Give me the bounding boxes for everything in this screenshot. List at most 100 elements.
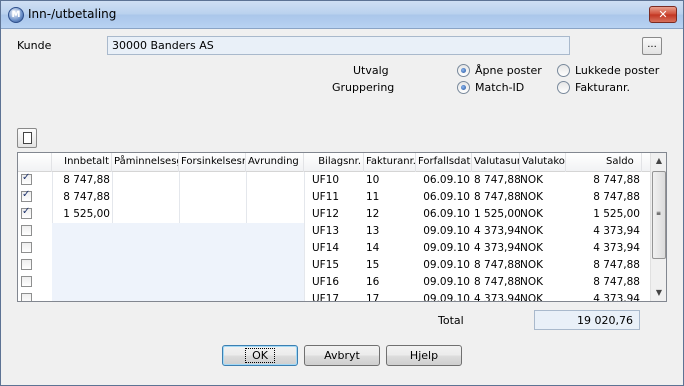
dialog-window: M Inn-/utbetaling ✕ Kunde 30000 Banders … — [0, 0, 684, 386]
cell-bilagsnr: UF16 — [312, 276, 340, 288]
hjelp-button[interactable]: Hjelp — [386, 345, 462, 366]
header-avrunding-col[interactable]: Avrunding — [246, 153, 304, 172]
row-checkbox[interactable] — [21, 225, 32, 236]
header-paminnelsesgebyr-col[interactable]: Påminnelsesgebyr — [112, 153, 179, 172]
row-checkbox[interactable] — [21, 206, 32, 219]
row-checkbox[interactable] — [21, 172, 32, 185]
cell-saldo: 8 747,88 — [593, 174, 640, 186]
cell-valutasum: 8 747,88 — [474, 174, 520, 186]
utvalg-label: Utvalg — [353, 64, 389, 77]
table-row[interactable]: UF15 15 09.09.10 8 747,88 NOK 8 747,88 — [18, 257, 650, 274]
header-forsinkelsesrente-col[interactable]: Forsinkelsesrente — [179, 153, 246, 172]
table-row[interactable]: UF14 14 09.09.10 4 373,94 NOK 4 373,94 — [18, 240, 650, 257]
grip-icon: ≡ — [656, 210, 662, 217]
vertical-scrollbar[interactable]: ▲ ≡ ▼ — [650, 153, 666, 301]
cell-forfall: 06.09.10 — [423, 174, 470, 186]
header-forfallsdato-col[interactable]: Forfallsdato — [416, 153, 472, 172]
header-valutakode-col[interactable]: Valutakode — [520, 153, 566, 172]
header-innbetalt-col[interactable]: Innbetalt — [52, 153, 112, 172]
gruppering-label: Gruppering — [332, 81, 395, 94]
cell-forfall: 09.09.10 — [423, 242, 470, 254]
header-checkbox-col[interactable] — [18, 153, 52, 172]
cell-valutakode: NOK — [520, 208, 544, 220]
scroll-down-icon[interactable]: ▼ — [651, 285, 666, 301]
cell-valutasum: 4 373,94 — [474, 242, 520, 254]
total-field: 19 020,76 — [534, 310, 640, 330]
cell-fakturanr: 15 — [366, 259, 380, 271]
cell-saldo: 4 373,94 — [593, 293, 640, 301]
cell-valutakode: NOK — [520, 242, 544, 254]
table-row[interactable]: UF17 17 09.09.10 4 373,94 NOK 4 373,94 — [18, 291, 650, 301]
radio-indicator — [557, 81, 570, 94]
cell-valutasum: 4 373,94 — [474, 225, 520, 237]
cell-valutakode: NOK — [520, 293, 544, 301]
ok-button[interactable]: OK — [222, 345, 298, 366]
kunde-field[interactable]: 30000 Banders AS — [107, 36, 570, 55]
radio-label: Fakturanr. — [575, 81, 630, 94]
cell-forfall: 06.09.10 — [423, 191, 470, 203]
cell-forfall: 09.09.10 — [423, 276, 470, 288]
new-document-button[interactable] — [17, 128, 37, 148]
cell-forfall: 09.09.10 — [423, 293, 470, 301]
table-row[interactable]: UF13 13 09.09.10 4 373,94 NOK 4 373,94 — [18, 223, 650, 240]
header-saldo-col[interactable]: Saldo — [566, 153, 642, 172]
kunde-label: Kunde — [17, 39, 52, 52]
browse-kunde-button[interactable]: ... — [642, 37, 662, 55]
scroll-thumb[interactable]: ≡ — [652, 171, 666, 259]
cell-innbetalt[interactable] — [52, 274, 112, 291]
row-checkbox[interactable] — [21, 189, 32, 202]
radio-match-id[interactable]: Match-ID — [457, 81, 524, 94]
row-checkbox[interactable] — [21, 242, 32, 253]
row-checkbox[interactable] — [21, 293, 32, 301]
cell-saldo: 8 747,88 — [593, 276, 640, 288]
window-title: Inn-/utbetaling — [28, 7, 117, 21]
cell-bilagsnr: UF13 — [312, 225, 340, 237]
cell-fakturanr: 10 — [366, 174, 380, 186]
cell-fakturanr: 16 — [366, 276, 380, 288]
cell-forfall: 09.09.10 — [423, 259, 470, 271]
cell-innbetalt[interactable]: 8 747,88 — [52, 172, 112, 189]
cell-fakturanr: 17 — [366, 293, 380, 301]
cell-innbetalt[interactable]: 8 747,88 — [52, 189, 112, 206]
cell-valutakode: NOK — [520, 259, 544, 271]
row-checkbox[interactable] — [21, 259, 32, 270]
radio-fakturanr[interactable]: Fakturanr. — [557, 81, 630, 94]
cell-innbetalt[interactable] — [52, 257, 112, 274]
table-header: InnbetaltPåminnelsesgebyrForsinkelsesren… — [18, 153, 650, 172]
cell-fakturanr: 14 — [366, 242, 380, 254]
new-document-icon — [23, 132, 32, 144]
cell-saldo: 8 747,88 — [593, 259, 640, 271]
header-bilagsnr-col[interactable]: Bilagsnr. — [304, 153, 364, 172]
header-fakturanr-col[interactable]: Fakturanr. — [364, 153, 416, 172]
radio-apne-poster[interactable]: Åpne poster — [457, 64, 542, 77]
close-button[interactable]: ✕ — [649, 6, 677, 23]
avbryt-button[interactable]: Avbryt — [304, 345, 380, 366]
cell-bilagsnr: UF15 — [312, 259, 340, 271]
cell-innbetalt[interactable] — [52, 240, 112, 257]
cell-forfall: 09.09.10 — [423, 225, 470, 237]
radio-indicator — [457, 81, 470, 94]
cell-valutakode: NOK — [520, 174, 544, 186]
cell-innbetalt[interactable] — [52, 223, 112, 240]
cell-valutakode: NOK — [520, 191, 544, 203]
cell-saldo: 4 373,94 — [593, 225, 640, 237]
radio-lukkede-poster[interactable]: Lukkede poster — [557, 64, 659, 77]
total-label: Total — [438, 314, 464, 327]
table-row[interactable]: UF16 16 09.09.10 8 747,88 NOK 8 747,88 — [18, 274, 650, 291]
radio-indicator — [557, 64, 570, 77]
table-row[interactable]: 8 747,88UF101006.09.108 747,88NOK8 747,8… — [18, 172, 650, 189]
cell-valutasum: 4 373,94 — [474, 293, 520, 301]
row-checkbox[interactable] — [21, 276, 32, 287]
table-row[interactable]: 8 747,88UF111106.09.108 747,88NOK8 747,8… — [18, 189, 650, 206]
cell-innbetalt[interactable] — [52, 291, 112, 301]
header-valutasum-col[interactable]: Valutasum — [472, 153, 520, 172]
radio-indicator — [457, 64, 470, 77]
title-bar[interactable]: M Inn-/utbetaling ✕ — [1, 1, 683, 29]
scroll-up-icon[interactable]: ▲ — [651, 153, 666, 169]
table-row[interactable]: 1 525,00UF121206.09.101 525,00NOK1 525,0… — [18, 206, 650, 223]
cell-bilagsnr: UF17 — [312, 293, 340, 301]
cell-fakturanr: 11 — [366, 191, 380, 203]
cell-innbetalt[interactable]: 1 525,00 — [52, 206, 112, 223]
cell-forfall: 06.09.10 — [423, 208, 470, 220]
cell-bilagsnr: UF10 — [312, 174, 340, 186]
